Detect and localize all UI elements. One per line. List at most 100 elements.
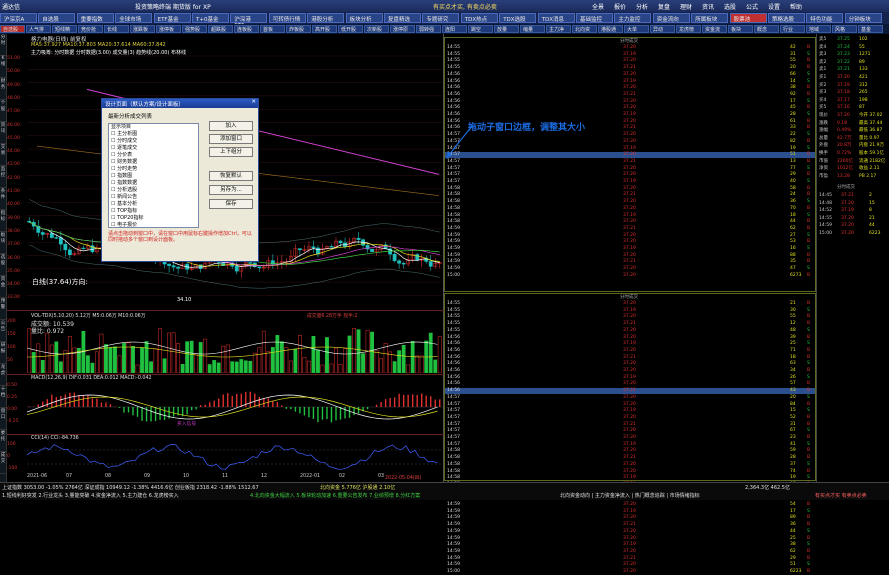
strip-button[interactable]: 分时	[0, 34, 6, 56]
quick-tab[interactable]: 概念	[754, 25, 779, 33]
tick-panel-top[interactable]: 分时成交 14:55 37.20 42 B 14:55 37.19 31 S 14:55 37.2…	[444, 37, 816, 292]
quick-tab[interactable]: 强势股	[182, 25, 207, 33]
quick-tab[interactable]: 放量	[494, 25, 519, 33]
market-tab[interactable]: 全球市场	[115, 13, 153, 23]
close-icon[interactable]: ✕	[251, 99, 256, 105]
strip-button[interactable]: 资讯	[0, 122, 6, 144]
volume-chart[interactable]	[27, 318, 442, 373]
news-ticker-1[interactable]: 1.短线利好突发 2.行业龙头 3.量能突破 4.资金净流入 5.主力建仓 6.…	[2, 492, 179, 499]
quick-tab[interactable]: 板块	[728, 25, 753, 33]
menu-3[interactable]: 复盘	[658, 2, 670, 11]
dialog-titlebar[interactable]: 设计页面（默认方案/设计面板） ✕	[102, 99, 258, 108]
quick-tab[interactable]: 地域	[806, 25, 831, 33]
quick-tab[interactable]: 大单	[624, 25, 649, 33]
quick-tab[interactable]: 低开股	[338, 25, 363, 33]
quick-tab[interactable]: 主力净买	[546, 25, 571, 33]
menu-6[interactable]: 选股	[724, 2, 736, 11]
restore-default-button[interactable]: 恢复默认	[209, 171, 253, 181]
strip-button[interactable]: 条件	[0, 188, 6, 210]
quick-tab[interactable]: 涨停原因	[390, 25, 415, 33]
quick-tab[interactable]: 连板股	[234, 25, 259, 33]
menu-4[interactable]: 理财	[680, 2, 692, 11]
panel-list-item[interactable]: ☐ 指数数据	[109, 180, 198, 187]
quick-tab[interactable]: 次新股	[364, 25, 389, 33]
market-tab[interactable]: 港股分析	[307, 13, 345, 23]
market-tab[interactable]: 复盘精选	[384, 13, 421, 23]
cci-chart[interactable]	[27, 442, 442, 472]
quick-tab[interactable]: 涨停板	[156, 25, 181, 33]
menu-8[interactable]: 设置	[768, 2, 780, 11]
quick-tab[interactable]: 长线	[104, 25, 129, 33]
menu-1[interactable]: 报价	[614, 2, 626, 11]
market-tab[interactable]: 资金流向	[652, 13, 690, 23]
quick-tab[interactable]: 首板	[260, 25, 285, 33]
quick-tab[interactable]: 资金流	[702, 25, 727, 33]
market-tab[interactable]: 股票池	[729, 13, 767, 23]
quick-tab[interactable]: 行业	[780, 25, 805, 33]
quick-tab[interactable]: 人气排行	[26, 25, 51, 33]
market-tab[interactable]: 特色功能	[806, 13, 844, 23]
panel-list-item[interactable]: ☐ 分价表	[109, 152, 198, 159]
quick-tab[interactable]: 连阳	[442, 25, 467, 33]
menu-7[interactable]: 公式	[746, 2, 758, 11]
market-tab[interactable]: 可转债行情	[268, 13, 306, 23]
news-ticker-2[interactable]: 4.北向资金大幅流入 5.板块轮动加速 6.重要公告发布 7.业绩预增 8.分红…	[250, 492, 420, 499]
market-tab[interactable]: 分钟板块	[844, 13, 882, 23]
strip-button[interactable]: 资金	[0, 276, 6, 298]
quick-tab[interactable]: 涨跌板	[130, 25, 155, 33]
panel-list-item[interactable]: ☐ 分时走势	[109, 166, 198, 173]
market-tab[interactable]: TDX选股	[499, 13, 537, 23]
strip-button[interactable]: 成交	[0, 452, 6, 474]
panel-list-item[interactable]: ☐ 主分析图	[109, 131, 198, 138]
market-tab[interactable]: TDX消息	[537, 13, 575, 23]
tick-panel-bottom[interactable]: 分时成交 14:55 37.20 21 B 14:55 37.19 30 S 14:55 37.2…	[444, 293, 816, 574]
market-tab[interactable]: 策略选股	[768, 13, 805, 23]
quick-tab[interactable]: 高开股	[312, 25, 337, 33]
quick-tab[interactable]: 基金	[858, 25, 883, 33]
quick-tab[interactable]: 竞价抢筹	[78, 25, 103, 33]
market-tab[interactable]: TDX热点	[460, 13, 498, 23]
add-button[interactable]: 加入	[209, 121, 253, 131]
panel-list-item[interactable]: ☐ TOP20指标	[109, 215, 198, 222]
market-tab[interactable]: T+0基金	[192, 13, 229, 23]
strip-button[interactable]: 研报	[0, 342, 6, 364]
strip-button[interactable]: 交易	[0, 144, 6, 166]
strip-button[interactable]: 预警	[0, 298, 6, 320]
quick-tab[interactable]: 自选股	[0, 25, 25, 33]
quick-tab[interactable]: 弱转强	[416, 25, 441, 33]
macd-chart[interactable]	[27, 382, 442, 432]
market-tab[interactable]: 沪深港ETFs	[230, 13, 268, 29]
strip-button[interactable]: 监控	[0, 166, 6, 188]
strip-button[interactable]: 公告	[0, 320, 6, 342]
panel-divider[interactable]	[7, 310, 444, 311]
market-tab[interactable]: 主力监控	[614, 13, 652, 23]
market-tab[interactable]: 板块分析	[345, 13, 383, 23]
quick-tab[interactable]: 短线精选	[52, 25, 77, 33]
panel-list[interactable]: 显示项目 ☐ 主分析图 ☐ 分时成交 ☐ 逐笔成交 ☐ 分价表 ☐ 财务数据 ☐ 分时走势 ☐…	[108, 123, 199, 228]
quick-tab[interactable]: 北向资金	[572, 25, 597, 33]
strip-button[interactable]: 个股	[0, 100, 6, 122]
panel-list-item[interactable]: ☐ 基本分析	[109, 201, 198, 208]
menu-2[interactable]: 分析	[636, 2, 648, 11]
quick-tab[interactable]: 异动	[650, 25, 675, 33]
quick-tab[interactable]: 缩量	[520, 25, 545, 33]
strip-button[interactable]: 指标	[0, 210, 6, 232]
panel-list-item[interactable]: ☐ 指数图	[109, 173, 198, 180]
strip-button[interactable]: 选股	[0, 254, 6, 276]
market-tab[interactable]: 基础监控	[576, 13, 613, 23]
quick-tab[interactable]: 龙虎榜	[676, 25, 701, 33]
strip-button[interactable]: 财务	[0, 78, 6, 100]
strip-button[interactable]: K线	[0, 56, 6, 78]
panel-list-item[interactable]: ☐ 财务数据	[109, 159, 198, 166]
menu-9[interactable]: 帮助	[790, 2, 802, 11]
add-window-button[interactable]: 添加窗口	[209, 134, 253, 144]
split-button[interactable]: 上下组分	[209, 147, 253, 157]
quick-tab[interactable]: 超跌股	[208, 25, 233, 33]
market-tab[interactable]: 沪深京A	[0, 13, 37, 23]
panel-list-item[interactable]: ☐ 逐笔成交	[109, 145, 198, 152]
strip-button[interactable]: 委托	[0, 430, 6, 452]
panel-list-item[interactable]: ☐ 新闻公告	[109, 194, 198, 201]
quick-tab[interactable]: 炸板股	[286, 25, 311, 33]
market-tab[interactable]: 重要指数	[76, 13, 114, 23]
market-tab[interactable]: 所属板块	[691, 13, 729, 23]
